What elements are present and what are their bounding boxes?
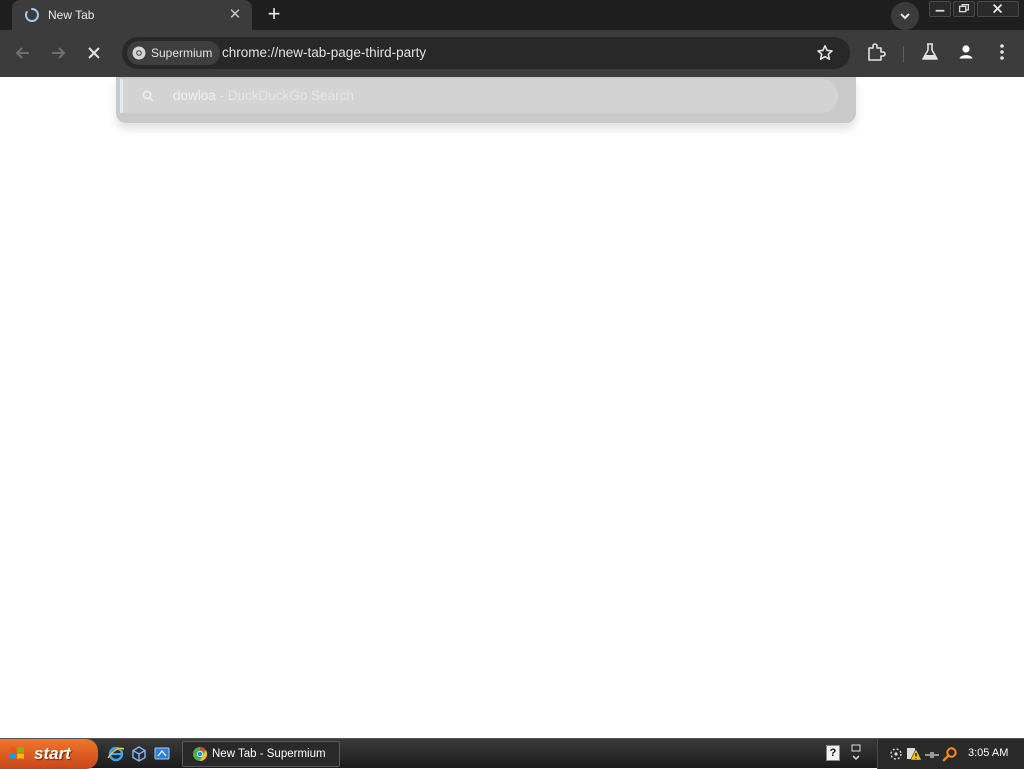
address-bar[interactable]: Supermium chrome://new-tab-page-third-pa… [122,37,850,69]
language-bar-icon[interactable] [850,743,862,763]
site-info-chip[interactable]: Supermium [127,41,221,65]
tab-strip: New Tab ✕ + [0,0,1024,30]
site-chip-label: Supermium [151,46,213,60]
close-icon: ✕ [228,6,242,23]
star-outline-icon[interactable] [816,44,834,62]
url-text[interactable]: chrome://new-tab-page-third-party [222,45,426,60]
tab-search-button[interactable] [891,2,919,30]
show-desktop-icon[interactable] [153,745,171,763]
window-close-button[interactable] [977,1,1019,17]
power-plug-icon[interactable] [924,746,940,762]
start-label: start [34,744,71,763]
omnibox-suggestions: dowloa - DuckDuckGo Search [116,77,856,123]
restore-button[interactable] [953,1,975,17]
puzzle-piece-icon[interactable] [865,41,887,63]
back-button[interactable] [8,38,38,68]
search-icon [142,90,154,102]
suggestion-item[interactable]: dowloa - DuckDuckGo Search [120,79,838,113]
chevron-down-icon [900,13,910,20]
help-icon[interactable]: ? [826,745,840,761]
taskbar-window-label: New Tab - Supermium [212,748,326,760]
clock: 3:05 AM [968,747,1009,759]
minimize-button[interactable] [929,1,951,17]
restore-icon [958,3,970,13]
toolbar-divider [903,46,904,62]
new-tab-button[interactable]: + [262,3,286,27]
tab-new-tab[interactable]: New Tab ✕ [12,0,252,30]
browser-logo-icon [132,46,146,60]
browser-logo-icon [193,746,208,762]
person-icon[interactable] [955,41,977,63]
start-button[interactable]: start [0,739,98,769]
taskbar-window-button[interactable]: New Tab - Supermium [182,741,340,767]
suggestion-query: dowloa [173,88,216,103]
windows-logo-icon [10,747,24,759]
close-icon [993,4,1003,14]
minimize-icon [935,9,945,12]
arrow-left-icon [15,47,29,59]
kebab-menu-icon[interactable] [992,41,1012,63]
cube-icon[interactable] [130,745,148,763]
close-icon [88,47,100,59]
tab-title: New Tab [48,8,95,22]
taskbar: start New Tab - Supermium ? 3:05 AM [0,738,1024,769]
plus-icon: + [267,1,281,26]
suggestion-engine: - DuckDuckGo Search [215,88,354,103]
security-warning-icon[interactable] [906,746,922,762]
loading-spinner-icon [25,8,39,22]
stop-loading-button[interactable] [79,38,109,68]
forward-button[interactable] [43,38,73,68]
browser-toolbar: Supermium chrome://new-tab-page-third-pa… [0,30,1024,77]
system-tray: 3:05 AM [877,739,1024,769]
search-icon[interactable] [942,746,958,762]
internet-explorer-icon[interactable] [107,745,125,763]
network-icon[interactable] [888,746,904,762]
tab-close-button[interactable]: ✕ [226,6,244,24]
arrow-right-icon [52,47,66,59]
suggestion-text: dowloa - DuckDuckGo Search [173,88,354,103]
flask-icon[interactable] [919,41,941,63]
